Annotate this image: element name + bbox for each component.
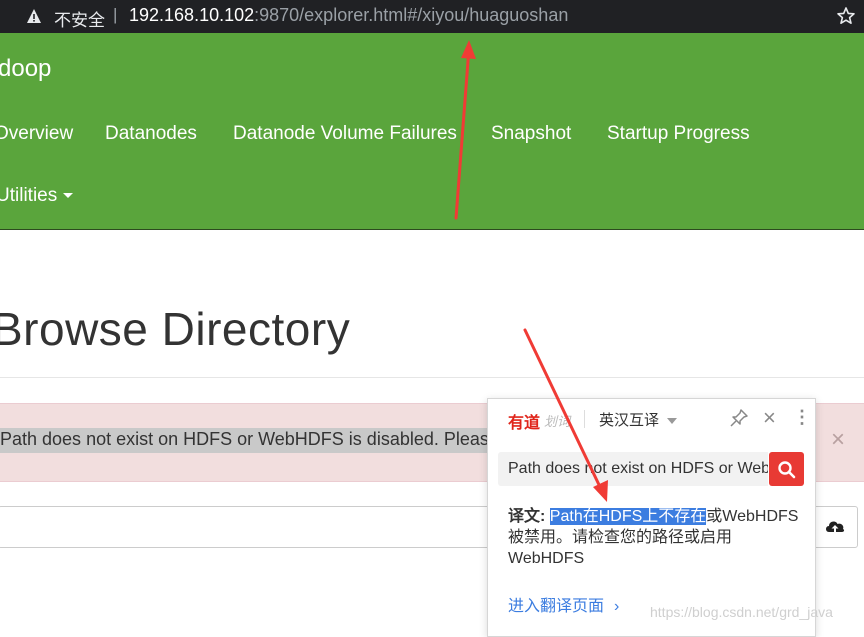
url-path: :9870/explorer.html#/xiyou/huaguoshan (254, 5, 569, 25)
chevron-down-icon (667, 418, 678, 425)
caret-down-icon (63, 193, 74, 199)
alert-close-icon[interactable]: × (831, 426, 845, 454)
page-title: Browse Directory (0, 303, 351, 355)
divider (584, 410, 585, 428)
browser-address-bar[interactable]: 不安全 | 192.168.10.102:9870/explorer.html#… (0, 0, 864, 33)
watermark: https://blog.csdn.net/grd_java (650, 604, 833, 620)
url-host: 192.168.10.102 (129, 5, 255, 25)
youdao-translate-popup: 有道 划词 英汉互译 × ⋮ Path does not exist on HD… (487, 398, 816, 637)
translate-mode-label: 英汉互译 (599, 412, 660, 429)
translation-label: 译文: (508, 508, 546, 525)
source-text-input[interactable]: Path does not exist on HDFS or WebHDFS i… (498, 452, 768, 486)
warning-icon (27, 9, 41, 23)
cloud-upload-icon (826, 521, 845, 533)
open-translate-page-link[interactable]: 进入翻译页面 › (508, 592, 619, 616)
hadoop-navbar: doop Overview Datanodes Datanode Volume … (0, 33, 864, 230)
translation-highlight: Path在HDFS上不存在 (549, 508, 707, 525)
nav-utilities-label: Utilities (0, 185, 58, 206)
divider (0, 377, 864, 378)
nav-datanodes[interactable]: Datanodes (105, 123, 197, 145)
source-text: Path does not exist on HDFS or WebHDFS i… (508, 460, 768, 477)
nav-utilities-dropdown[interactable]: Utilities (0, 185, 74, 207)
url-text[interactable]: 192.168.10.102:9870/explorer.html#/xiyou… (129, 5, 568, 26)
url-separator: | (113, 5, 118, 24)
youdao-subtitle: 划词 (544, 414, 571, 429)
translation-result: 译文: Path在HDFS上不存在或WebHDFS被禁用。请检查您的路径或启用W… (508, 506, 803, 569)
translate-mode-dropdown[interactable]: 英汉互译 (599, 409, 678, 430)
nav-snapshot[interactable]: Snapshot (491, 123, 571, 145)
youdao-logo: 有道 (508, 415, 541, 432)
nav-startup-progress[interactable]: Startup Progress (607, 123, 750, 145)
search-icon (778, 461, 796, 479)
close-icon[interactable]: × (763, 405, 776, 431)
upload-button[interactable] (812, 506, 858, 548)
not-secure-label[interactable]: 不安全 (54, 6, 105, 31)
chevron-right-icon: › (614, 598, 620, 615)
link-label: 进入翻译页面 (508, 598, 605, 615)
more-options-icon[interactable]: ⋮ (793, 407, 811, 428)
search-button[interactable] (769, 452, 804, 486)
nav-datanode-volume-failures[interactable]: Datanode Volume Failures (233, 123, 457, 145)
pin-icon[interactable] (729, 408, 749, 428)
navbar-brand[interactable]: doop (0, 55, 51, 83)
nav-overview[interactable]: Overview (0, 123, 73, 145)
bookmark-star-icon[interactable] (836, 6, 856, 26)
